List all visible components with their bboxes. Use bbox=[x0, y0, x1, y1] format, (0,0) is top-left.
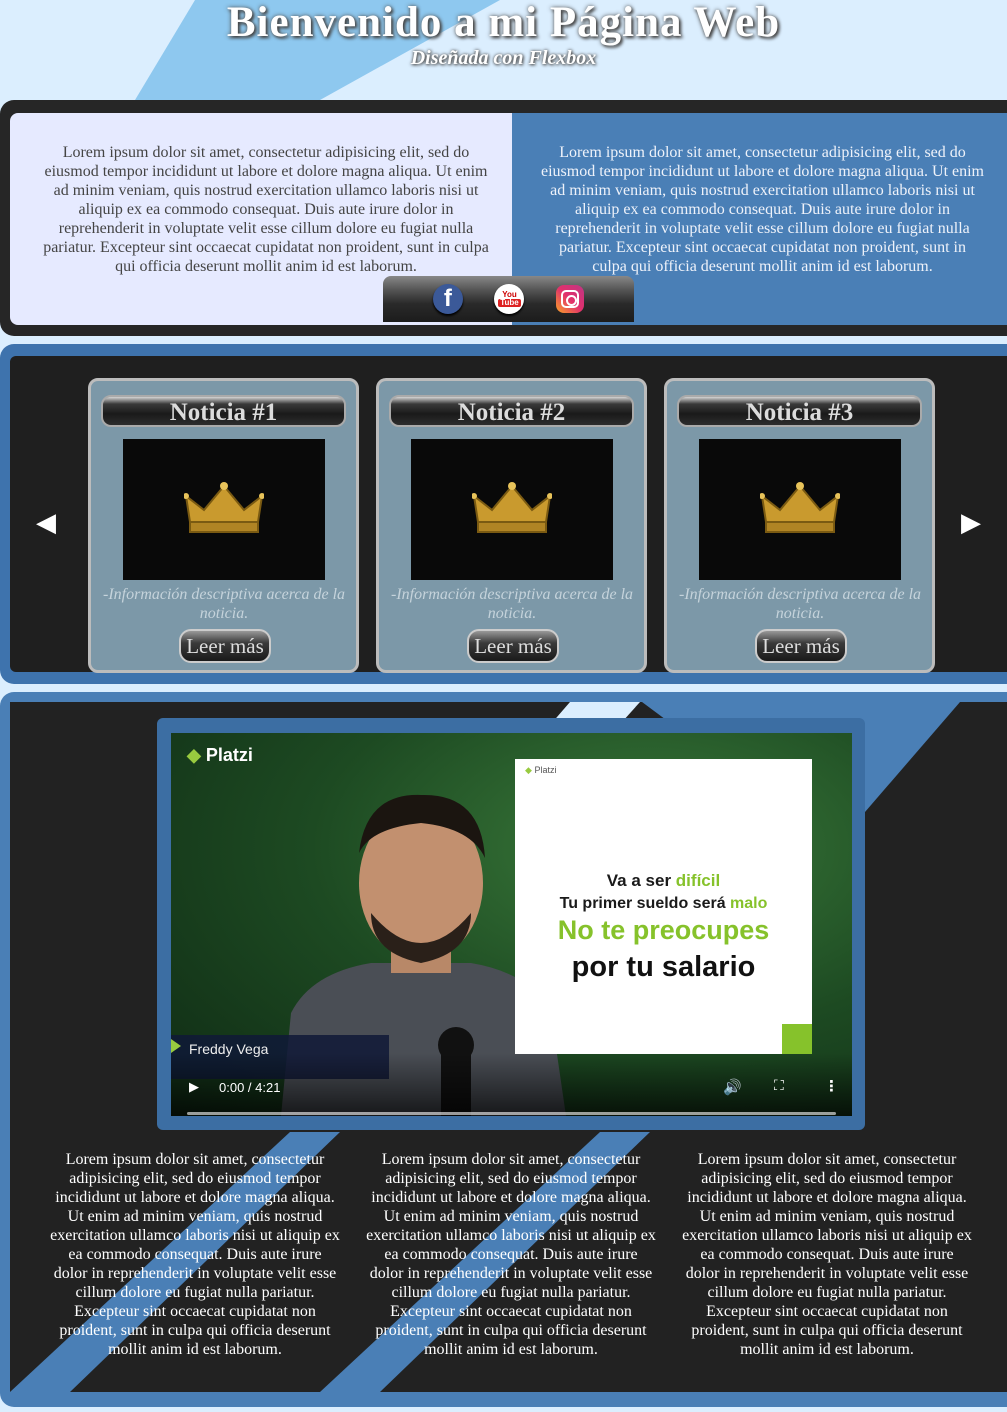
intro-section: Lorem ipsum dolor sit amet, consectetur … bbox=[0, 100, 1007, 336]
slide-line-3: No te preocupes bbox=[557, 915, 770, 945]
slide-line-2: Tu primer sueldo será malo bbox=[515, 895, 812, 913]
youtube-icon-bottom: Tube bbox=[498, 298, 521, 307]
slide-line-2-b: malo bbox=[730, 895, 768, 912]
slide-line-1: Va a ser difícil bbox=[515, 871, 812, 891]
platzi-logo-text: Platzi bbox=[205, 745, 253, 765]
news-card-image bbox=[699, 439, 901, 580]
video-slide-card: ◆ Platzi Va a ser difícil Tu primer suel… bbox=[515, 759, 812, 1054]
news-carousel: ◀ ▶ Noticia #1 -Información descriptiva … bbox=[10, 356, 1007, 673]
read-more-button[interactable]: Leer más bbox=[467, 629, 559, 663]
volume-icon[interactable]: 🔊 bbox=[723, 1078, 742, 1096]
slide-line-4: por tu salario bbox=[571, 951, 756, 983]
news-card: Noticia #3 -Información descriptiva acer… bbox=[664, 378, 935, 673]
more-options-icon[interactable]: ⋮ bbox=[824, 1077, 839, 1095]
carousel-next-arrow-icon[interactable]: ▶ bbox=[961, 508, 981, 538]
video-player[interactable]: ◆ Platzi ◆ Platzi Va a ser difícil Tu pr… bbox=[171, 733, 852, 1116]
read-more-button[interactable]: Leer más bbox=[179, 629, 271, 663]
platzi-logo: ◆ Platzi bbox=[187, 745, 253, 766]
fullscreen-icon[interactable]: ⛶ bbox=[774, 1078, 784, 1094]
platzi-logo-icon: ◆ bbox=[187, 745, 201, 765]
slide-logo-text: Platzi bbox=[534, 765, 557, 775]
news-card-description: -Información descriptiva acerca de la no… bbox=[679, 586, 922, 622]
news-card-title: Noticia #3 bbox=[677, 395, 922, 427]
crown-icon bbox=[184, 481, 264, 533]
crown-icon bbox=[760, 481, 840, 533]
news-card-description: -Información descriptiva acerca de la no… bbox=[103, 586, 346, 622]
news-card: Noticia #1 -Información descriptiva acer… bbox=[88, 378, 359, 673]
text-column-1: Lorem ipsum dolor sit amet, consectetur … bbox=[50, 1151, 340, 1358]
page-title: Bienvenido a mi Página Web bbox=[226, 0, 781, 46]
news-card: Noticia #2 -Información descriptiva acer… bbox=[376, 378, 647, 673]
facebook-icon[interactable]: f bbox=[432, 284, 463, 314]
slide-corner-accent bbox=[782, 1024, 812, 1054]
site-header: Bienvenido a mi Página Web Diseñada con … bbox=[0, 0, 1007, 100]
intro-right-text: Lorem ipsum dolor sit amet, consectetur … bbox=[541, 144, 984, 275]
crown-icon bbox=[472, 481, 552, 533]
text-column-2: Lorem ipsum dolor sit amet, consectetur … bbox=[366, 1151, 656, 1358]
news-card-title: Noticia #2 bbox=[389, 395, 634, 427]
news-card-image bbox=[411, 439, 613, 580]
camera-icon bbox=[561, 290, 580, 308]
text-column-3: Lorem ipsum dolor sit amet, consectetur … bbox=[682, 1151, 972, 1358]
news-card-description: -Información descriptiva acerca de la no… bbox=[391, 586, 634, 622]
news-card-image bbox=[123, 439, 325, 580]
intro-left-text: Lorem ipsum dolor sit amet, consectetur … bbox=[43, 144, 489, 275]
page-subtitle: Diseñada con Flexbox bbox=[410, 47, 597, 69]
news-card-title: Noticia #1 bbox=[101, 395, 346, 427]
video-controls: ▶ 0:00 / 4:21 🔊 ⛶ ⋮ bbox=[171, 1053, 852, 1116]
video-progress-bar[interactable] bbox=[187, 1112, 836, 1115]
play-icon[interactable]: ▶ bbox=[189, 1080, 199, 1095]
slide-line-1-b: difícil bbox=[675, 871, 721, 890]
video-time: 0:00 / 4:21 bbox=[219, 1080, 281, 1095]
slide-line-1-a: Va a ser bbox=[606, 871, 676, 890]
social-bar: f You Tube bbox=[383, 276, 634, 322]
youtube-icon[interactable]: You Tube bbox=[494, 284, 525, 314]
news-section: ◀ ▶ Noticia #1 -Información descriptiva … bbox=[0, 344, 1007, 684]
carousel-prev-arrow-icon[interactable]: ◀ bbox=[36, 508, 56, 538]
slide-logo: ◆ Platzi bbox=[525, 765, 557, 775]
slide-line-2-a: Tu primer sueldo será bbox=[559, 895, 731, 912]
read-more-button[interactable]: Leer más bbox=[755, 629, 847, 663]
instagram-icon[interactable] bbox=[556, 285, 585, 313]
